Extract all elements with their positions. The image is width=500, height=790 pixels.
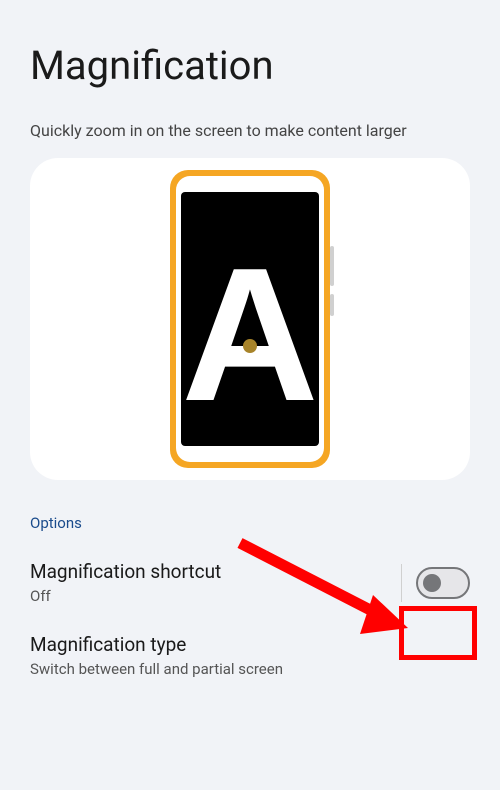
vertical-divider <box>401 564 402 602</box>
page-subtitle: Quickly zoom in on the screen to make co… <box>0 121 500 158</box>
section-header-options: Options <box>0 480 500 532</box>
setting-subtitle: Switch between full and partial screen <box>30 660 470 678</box>
phone-side-button <box>330 294 334 316</box>
magnification-shortcut-toggle[interactable] <box>416 567 470 599</box>
phone-side-button <box>330 246 334 286</box>
setting-subtitle: Off <box>30 587 391 605</box>
phone-screen: A <box>181 192 319 446</box>
setting-title: Magnification type <box>30 633 470 656</box>
phone-bezel: A <box>176 176 324 462</box>
setting-title: Magnification shortcut <box>30 560 391 583</box>
setting-row-magnification-type[interactable]: Magnification type Switch between full a… <box>0 605 500 678</box>
magnified-letter: A <box>181 240 318 430</box>
illustration-card: A <box>30 158 470 480</box>
phone-mockup: A <box>170 170 330 468</box>
toggle-thumb <box>423 574 441 592</box>
page-title: Magnification <box>0 0 500 121</box>
setting-row-magnification-shortcut[interactable]: Magnification shortcut Off <box>0 532 500 605</box>
cursor-dot-icon <box>243 339 257 353</box>
